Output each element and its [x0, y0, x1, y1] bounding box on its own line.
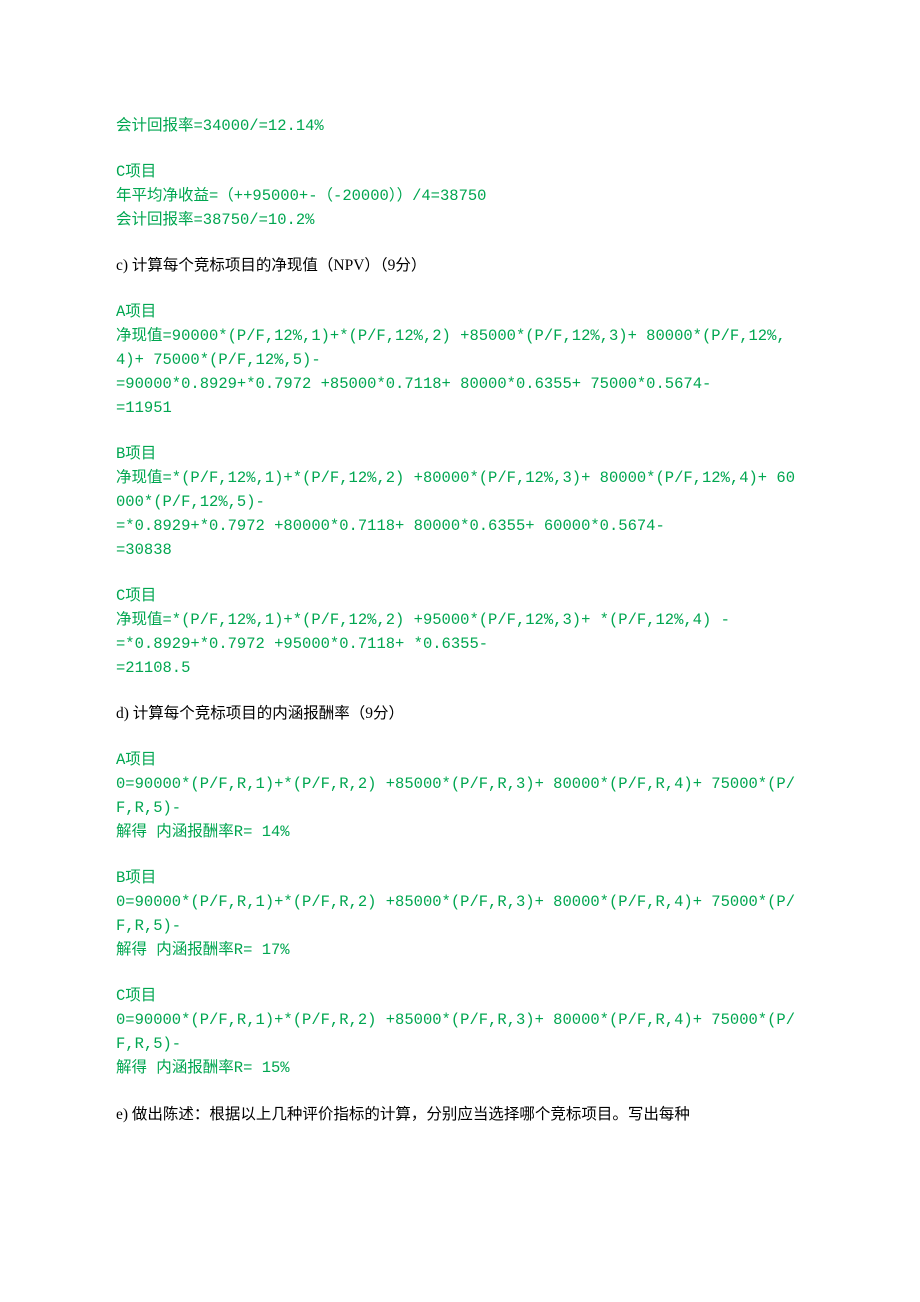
- text-line: d) 计算每个竞标项目的内涵报酬率（9分）: [116, 702, 804, 726]
- document-content: 会计回报率=34000/=12.14%C项目年平均净收益=（++95000+-（…: [116, 114, 804, 1127]
- text-line: 净现值=90000*(P/F,12%,1)+*(P/F,12%,2) +8500…: [116, 324, 804, 372]
- text-line: C项目: [116, 984, 804, 1008]
- document-page: 会计回报率=34000/=12.14%C项目年平均净收益=（++95000+-（…: [0, 0, 920, 1209]
- question-block: d) 计算每个竞标项目的内涵报酬率（9分）: [116, 702, 804, 726]
- text-line: c) 计算每个竞标项目的净现值（NPV）（9分）: [116, 254, 804, 278]
- answer-block: A项目净现值=90000*(P/F,12%,1)+*(P/F,12%,2) +8…: [116, 300, 804, 420]
- text-line: =11951: [116, 396, 804, 420]
- text-line: 解得 内涵报酬率R= 14%: [116, 820, 804, 844]
- text-line: e) 做出陈述：根据以上几种评价指标的计算，分别应当选择哪个竞标项目。写出每种: [116, 1103, 804, 1127]
- text-line: B项目: [116, 442, 804, 466]
- text-line: 会计回报率=38750/=10.2%: [116, 208, 804, 232]
- text-line: A项目: [116, 748, 804, 772]
- text-line: 0=90000*(P/F,R,1)+*(P/F,R,2) +85000*(P/F…: [116, 890, 804, 938]
- text-line: 解得 内涵报酬率R= 15%: [116, 1056, 804, 1080]
- answer-block: A项目0=90000*(P/F,R,1)+*(P/F,R,2) +85000*(…: [116, 748, 804, 844]
- answer-block: C项目年平均净收益=（++95000+-（-20000））/4=38750会计回…: [116, 160, 804, 232]
- text-line: C项目: [116, 160, 804, 184]
- text-line: =90000*0.8929+*0.7972 +85000*0.7118+ 800…: [116, 372, 804, 396]
- text-line: 解得 内涵报酬率R= 17%: [116, 938, 804, 962]
- text-line: =*0.8929+*0.7972 +95000*0.7118+ *0.6355-: [116, 632, 804, 656]
- text-line: =21108.5: [116, 656, 804, 680]
- text-line: 净现值=*(P/F,12%,1)+*(P/F,12%,2) +95000*(P/…: [116, 608, 804, 632]
- answer-block: 会计回报率=34000/=12.14%: [116, 114, 804, 138]
- text-line: C项目: [116, 584, 804, 608]
- text-line: 0=90000*(P/F,R,1)+*(P/F,R,2) +85000*(P/F…: [116, 1008, 804, 1056]
- text-line: 净现值=*(P/F,12%,1)+*(P/F,12%,2) +80000*(P/…: [116, 466, 804, 514]
- text-line: 年平均净收益=（++95000+-（-20000））/4=38750: [116, 184, 804, 208]
- question-block: c) 计算每个竞标项目的净现值（NPV）（9分）: [116, 254, 804, 278]
- text-line: 会计回报率=34000/=12.14%: [116, 114, 804, 138]
- answer-block: C项目净现值=*(P/F,12%,1)+*(P/F,12%,2) +95000*…: [116, 584, 804, 680]
- answer-block: B项目净现值=*(P/F,12%,1)+*(P/F,12%,2) +80000*…: [116, 442, 804, 562]
- question-block: e) 做出陈述：根据以上几种评价指标的计算，分别应当选择哪个竞标项目。写出每种: [116, 1103, 804, 1127]
- answer-block: C项目0=90000*(P/F,R,1)+*(P/F,R,2) +85000*(…: [116, 984, 804, 1080]
- text-line: =*0.8929+*0.7972 +80000*0.7118+ 80000*0.…: [116, 514, 804, 538]
- answer-block: B项目0=90000*(P/F,R,1)+*(P/F,R,2) +85000*(…: [116, 866, 804, 962]
- text-line: 0=90000*(P/F,R,1)+*(P/F,R,2) +85000*(P/F…: [116, 772, 804, 820]
- text-line: =30838: [116, 538, 804, 562]
- text-line: A项目: [116, 300, 804, 324]
- text-line: B项目: [116, 866, 804, 890]
